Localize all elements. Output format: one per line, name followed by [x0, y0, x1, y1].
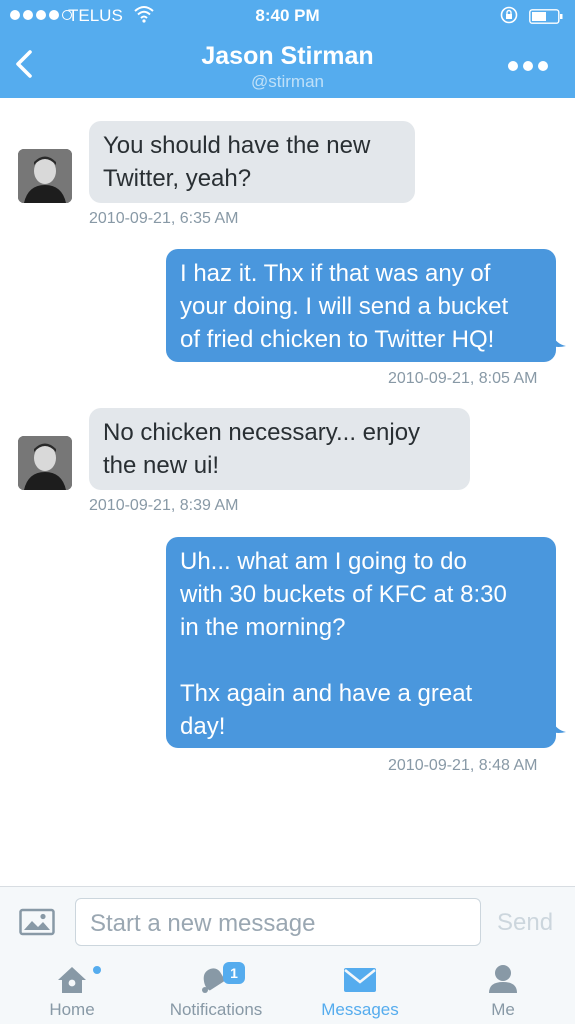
tab-label: Notifications [169, 1000, 263, 1019]
rotation-lock-icon [500, 6, 518, 24]
battery-icon [529, 9, 563, 24]
status-bar: TELUS 8:40 PM [0, 0, 575, 32]
new-content-dot [93, 966, 101, 974]
tab-messages[interactable]: Messages [310, 957, 410, 1024]
photo-icon[interactable] [19, 908, 55, 936]
conversation-title: Jason Stirman [201, 42, 374, 70]
message-bubble-incoming[interactable]: You should have the new Twitter, yeah? [89, 121, 415, 203]
tab-bar: Home 1 Notifications Messages Me [0, 957, 575, 1024]
status-time: 8:40 PM [255, 6, 320, 25]
avatar[interactable] [18, 436, 72, 490]
message-bubble-incoming[interactable]: No chicken necessary... enjoy the new ui… [89, 408, 470, 490]
conversation-handle: @stirman [251, 72, 324, 91]
notification-badge: 1 [223, 962, 245, 984]
person-icon [489, 965, 517, 993]
tab-label: Home [49, 1000, 95, 1019]
tab-home[interactable]: Home [22, 957, 122, 1024]
home-icon [58, 967, 86, 993]
tab-label: Me [491, 1000, 515, 1019]
message-bubble-outgoing[interactable]: Uh... what am I going to do with 30 buck… [166, 537, 556, 748]
bubble-tail [552, 334, 566, 347]
top-bar: TELUS 8:40 PM Jason Stirman @stirman [0, 0, 575, 98]
message-timestamp: 2010-09-21, 6:35 AM [89, 210, 239, 227]
message-bubble-outgoing[interactable]: I haz it. Thx if that was any of your do… [166, 249, 556, 362]
message-timestamp: 2010-09-21, 8:39 AM [89, 497, 239, 514]
send-button[interactable]: Send [497, 909, 553, 937]
tab-me[interactable]: Me [455, 957, 551, 1024]
message-timestamp: 2010-09-21, 8:48 AM [388, 757, 538, 774]
message-input[interactable]: Start a new message [75, 898, 481, 946]
tab-label: Messages [321, 1000, 399, 1019]
envelope-icon [344, 968, 376, 992]
bubble-tail [552, 720, 566, 733]
message-timestamp: 2010-09-21, 8:05 AM [388, 370, 538, 387]
avatar[interactable] [18, 149, 72, 203]
more-options-icon[interactable] [507, 56, 549, 76]
tab-notifications[interactable]: 1 Notifications [160, 957, 272, 1024]
compose-bar: Start a new message Send [0, 886, 575, 958]
